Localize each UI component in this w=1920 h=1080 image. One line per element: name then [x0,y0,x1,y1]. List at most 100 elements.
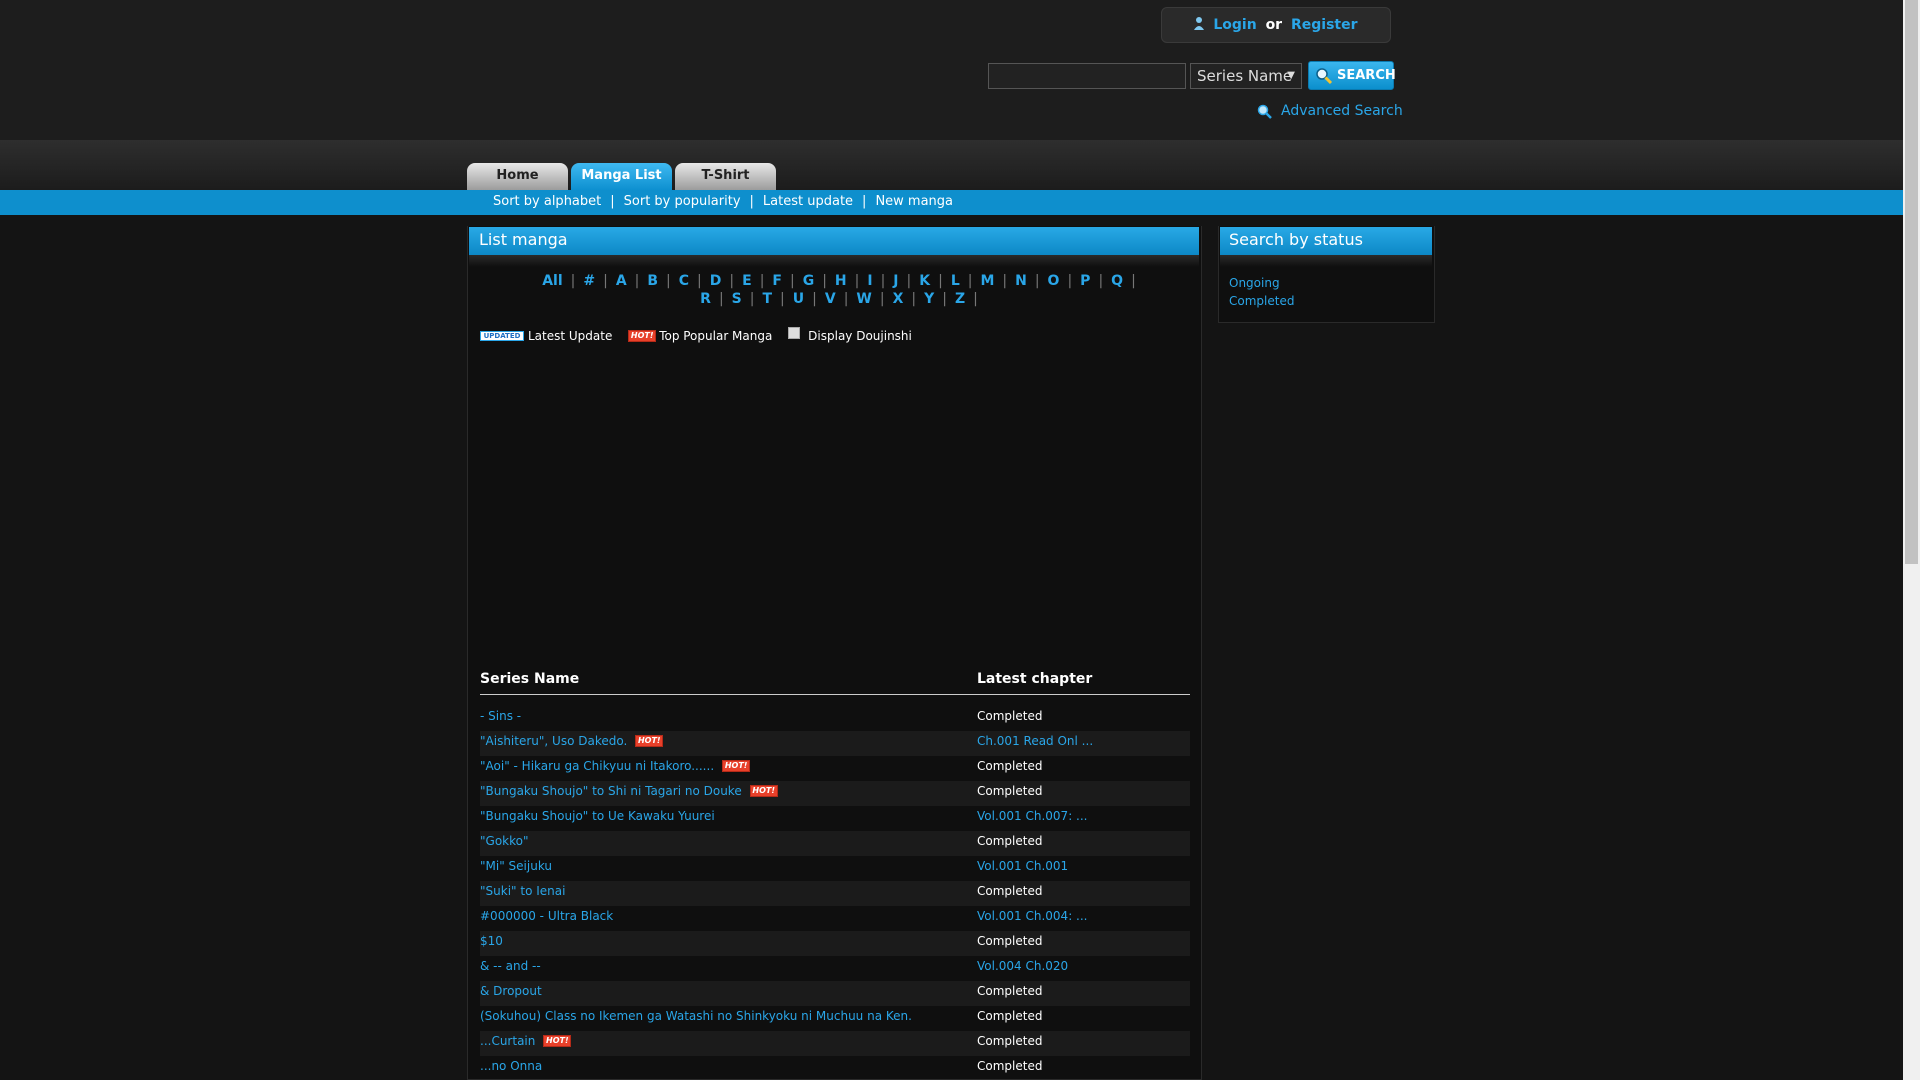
series-name-text: - Sins - [480,709,522,723]
letter-filter-link[interactable]: L [951,273,960,289]
series-name-link[interactable]: "Aoi" - Hikaru ga Chikyuu ni Itakoro....… [480,756,753,776]
search-button[interactable]: SEARCH [1308,61,1396,90]
letter-filter-link[interactable]: X [893,291,904,307]
latest-chapter-link[interactable]: Vol.004 Ch.020 [977,956,1068,976]
sort-by-popularity-link[interactable]: Sort by popularity [624,194,741,209]
column-latest-chapter: Latest chapter [977,671,1093,687]
letter-filter-link[interactable]: F [772,273,782,289]
hot-badge-icon: HOT! [749,784,778,797]
advanced-search-link[interactable]: Advanced Search [1257,102,1403,120]
letter-filter-link[interactable]: D [710,273,722,289]
series-name-link[interactable]: & Dropout [480,981,542,1001]
series-name-link[interactable]: (Sokuhou) Class no Ikemen ga Watashi no … [480,1006,912,1026]
letter-filter-link[interactable]: B [647,273,658,289]
latest-chapter-link[interactable]: Vol.001 Ch.004: ... [977,906,1088,926]
letter-filter-link[interactable]: All [542,273,562,289]
series-name-text: (Sokuhou) Class no Ikemen ga Watashi no … [480,1009,912,1023]
tab-t-shirt[interactable]: T-Shirt [675,163,776,190]
status-ongoing-link[interactable]: Ongoing [1229,276,1280,290]
latest-chapter-link[interactable]: Ch.001 Read Onl ... [977,731,1093,751]
status-completed-link[interactable]: Completed [1229,294,1294,308]
table-row: - Sins - Completed [480,706,1190,731]
table-row: "Aishiteru", Uso Dakedo. HOT! Ch.001 Read … [480,731,1190,756]
letter-filter-link[interactable]: J [893,273,898,289]
search-type-select[interactable]: Series Name ▼ [1190,63,1302,89]
series-name-link[interactable]: "Suki" to Ienai [480,881,565,901]
display-doujinshi-checkbox[interactable] [788,327,801,339]
new-manga-link[interactable]: New manga [875,194,953,209]
hot-badge-icon: HOT! [635,734,664,747]
table-row: #000000 - Ultra Black Vol.001 Ch.004: ... [480,906,1190,931]
scrollbar-thumb[interactable] [1905,0,1918,564]
letter-separator: | [603,273,608,289]
tab-manga-list[interactable]: Manga List [571,163,672,190]
series-name-text: "Bungaku Shoujo" to Shi ni Tagari no Dou… [480,784,742,798]
letter-filter-link[interactable]: G [803,273,815,289]
separator: | [610,194,615,209]
letter-filter-link[interactable]: V [825,291,836,307]
series-name-text: "Mi" Seijuku [480,859,552,873]
top-popular-label: Top Popular Manga [659,328,773,343]
latest-chapter-link[interactable]: Vol.001 Ch.007: ... [977,806,1088,826]
letter-filter-link[interactable]: Z [955,291,965,307]
letter-filter-link[interactable]: I [867,273,872,289]
letter-filter-link[interactable]: K [919,273,930,289]
sort-by-alphabet-link[interactable]: Sort by alphabet [493,194,601,209]
letter-filter-link[interactable]: C [679,273,689,289]
series-name-link[interactable]: "Bungaku Shoujo" to Shi ni Tagari no Dou… [480,781,781,801]
series-name-link[interactable]: ...no Onna [480,1056,542,1076]
table-row: $10 Completed [480,931,1190,956]
letter-filter-link[interactable]: U [793,291,804,307]
letter-filter-link[interactable]: E [742,273,752,289]
series-name-link[interactable]: #000000 - Ultra Black [480,906,613,926]
hot-badge-icon: HOT! [722,759,751,772]
series-name-text: "Suki" to Ienai [480,884,566,898]
letter-filter-link[interactable]: H [835,273,847,289]
legend-top-popular: HOT! Top Popular Manga [628,328,772,344]
search-input[interactable] [988,63,1186,89]
magnifier-icon [1257,104,1272,119]
chapter-status: Completed [977,1059,1043,1073]
letter-separator: | [634,273,640,289]
site-header [0,0,1903,140]
letter-filter-link[interactable]: S [732,291,742,307]
series-name-link[interactable]: - Sins - [480,706,521,726]
letter-filter-link[interactable]: O [1048,273,1060,289]
letter-separator: | [938,273,943,289]
login-link[interactable]: Login [1213,17,1256,33]
series-name-link[interactable]: & -- and -- [480,956,541,976]
letter-separator: | [697,273,702,289]
letter-separator: | [729,273,735,289]
letter-filter-link[interactable]: M [980,273,994,289]
letter-filter-link[interactable]: Q [1111,273,1123,289]
letter-filter-link[interactable]: # [583,273,595,289]
letter-filter-link[interactable]: N [1015,273,1027,289]
series-name-text: ...Curtain [480,1034,536,1048]
panel-shade [1220,255,1432,267]
letter-separator: | [570,273,576,289]
latest-update-link[interactable]: Latest update [763,194,853,209]
register-link[interactable]: Register [1291,17,1358,33]
table-row: (Sokuhou) Class no Ikemen ga Watashi no … [480,1006,1190,1031]
login-box: Login or Register [1161,7,1391,43]
series-name-link[interactable]: "Aishiteru", Uso Dakedo. HOT! [480,731,666,751]
letter-filter-link[interactable]: P [1080,273,1090,289]
letter-separator: | [749,291,755,307]
series-name-link[interactable]: "Bungaku Shoujo" to Ue Kawaku Yuurei [480,806,715,826]
letter-separator: | [1067,273,1073,289]
page-scrollbar[interactable] [1903,0,1920,1080]
tab-home[interactable]: Home [467,163,568,190]
series-name-link[interactable]: "Mi" Seijuku [480,856,552,876]
table-row: "Bungaku Shoujo" to Shi ni Tagari no Dou… [480,781,1190,806]
latest-chapter-link[interactable]: Vol.001 Ch.001 [977,856,1068,876]
letter-filter-link[interactable]: A [616,273,627,289]
letter-filter-link[interactable]: R [700,291,711,307]
letter-filter-link[interactable]: Y [924,291,934,307]
letter-separator: | [666,273,671,289]
series-name-link[interactable]: ...Curtain HOT! [480,1031,574,1051]
sub-navigation: Sort by alphabet | Sort by popularity | Late… [0,190,1903,215]
letter-filter-link[interactable]: T [762,291,772,307]
series-name-link[interactable]: "Gokko" [480,831,529,851]
series-name-link[interactable]: $10 [480,931,503,951]
letter-filter-link[interactable]: W [856,291,871,307]
